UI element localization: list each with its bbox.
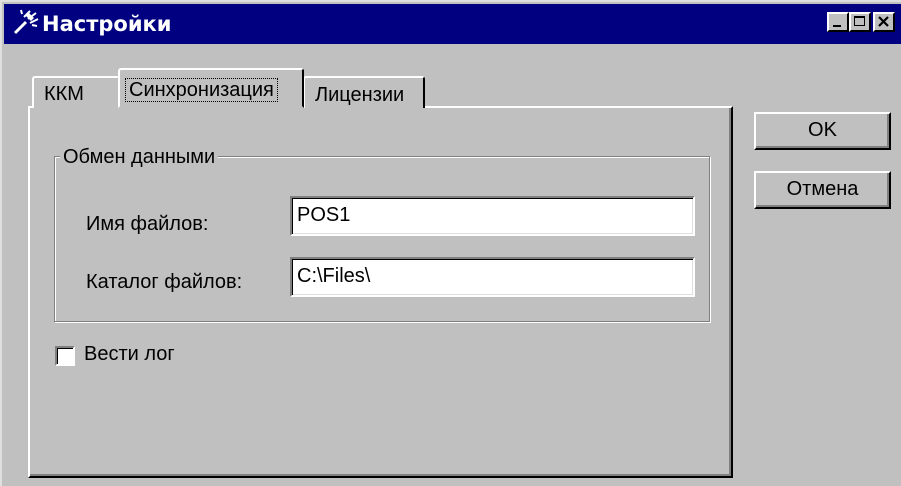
- window-title: Настройки: [42, 12, 172, 36]
- settings-window: Настройки ККМ Синхронизация Лицензии Обм…: [0, 0, 901, 486]
- file-dir-value: C:\Files\: [297, 265, 371, 287]
- tab-licenses-label: Лицензии: [315, 84, 405, 106]
- cancel-button[interactable]: Отмена: [754, 171, 891, 209]
- tab-licenses[interactable]: Лицензии: [303, 76, 425, 108]
- exchange-group-title: Обмен данными: [60, 145, 219, 169]
- log-checkbox[interactable]: [55, 346, 75, 366]
- file-name-value: POS1: [297, 204, 351, 226]
- file-dir-field[interactable]: C:\Files\: [290, 257, 695, 297]
- tab-kkm-label: ККМ: [44, 83, 84, 105]
- minimize-icon: [833, 25, 841, 27]
- log-checkbox-label[interactable]: Вести лог: [84, 342, 175, 366]
- ok-button[interactable]: OK: [754, 112, 891, 150]
- file-name-label: Имя файлов:: [86, 213, 209, 235]
- tab-kkm[interactable]: ККМ: [32, 76, 120, 108]
- minimize-button[interactable]: [827, 12, 849, 32]
- file-dir-label: Каталог файлов:: [86, 271, 243, 293]
- title-bar[interactable]: Настройки: [4, 4, 901, 44]
- maximize-icon: [854, 16, 865, 26]
- cancel-button-label: Отмена: [786, 178, 859, 200]
- close-button[interactable]: [873, 12, 895, 32]
- exchange-groupbox: [54, 156, 710, 322]
- maximize-button[interactable]: [849, 12, 871, 32]
- file-name-field[interactable]: POS1: [290, 196, 695, 236]
- close-icon: [878, 16, 889, 27]
- tab-sync-label: Синхронизация: [125, 78, 278, 102]
- tab-sync[interactable]: Синхронизация: [118, 68, 304, 108]
- ok-button-label: OK: [808, 119, 837, 141]
- settings-wand-icon: [13, 9, 39, 35]
